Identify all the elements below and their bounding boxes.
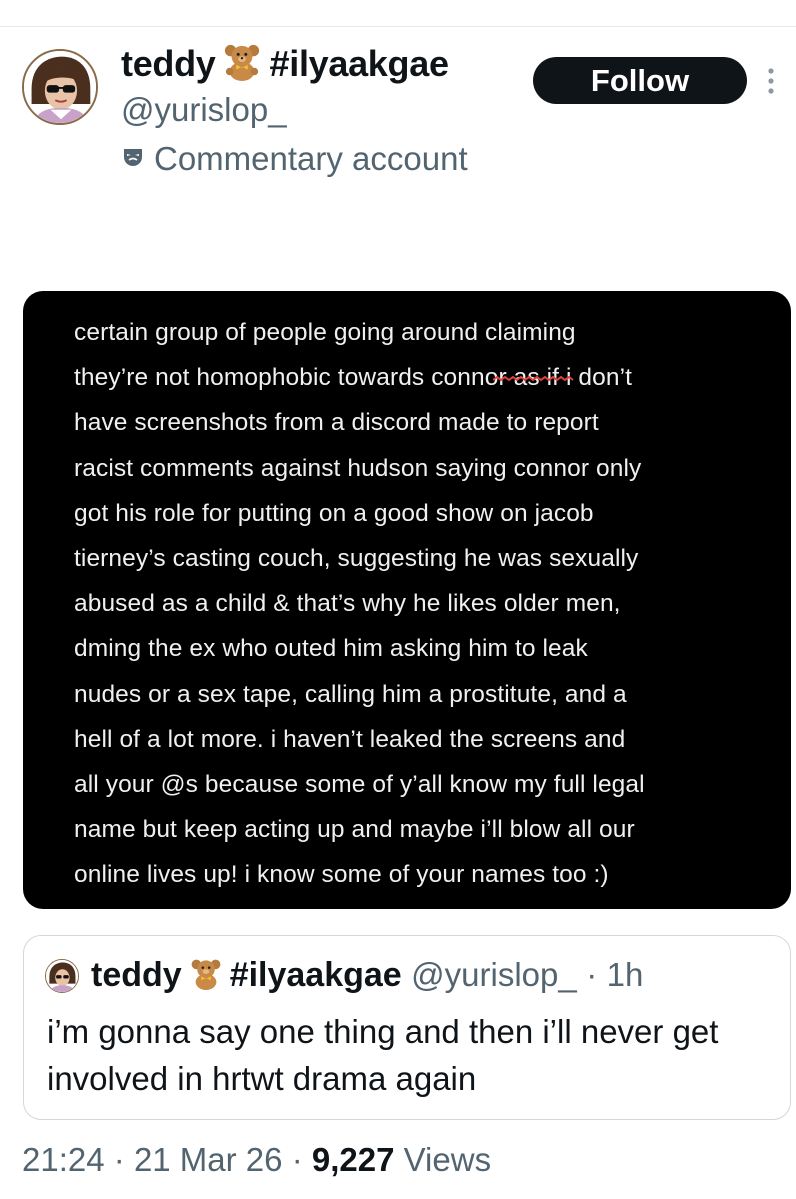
- quoted-time: 1h: [606, 956, 644, 993]
- vertical-dots-icon[interactable]: [764, 66, 778, 96]
- quoted-hashtag: #ilyaakgae: [229, 956, 402, 994]
- follow-button[interactable]: Follow: [533, 57, 747, 104]
- account-label: Commentary account: [122, 139, 468, 179]
- avatar-portrait-icon: [24, 51, 96, 123]
- author-avatar[interactable]: [22, 49, 98, 125]
- quoted-author-name: teddy: [91, 956, 182, 994]
- quoted-separator: ·: [586, 956, 598, 993]
- quoted-text: i’m gonna say one thing and then i’ll ne…: [47, 1013, 719, 1097]
- author-handle[interactable]: @yurislop_: [121, 90, 287, 130]
- views-label[interactable]: Views: [404, 1141, 491, 1178]
- author-display-name[interactable]: teddy #ilyaakgae: [121, 42, 449, 86]
- post-time[interactable]: 21:24: [22, 1141, 105, 1178]
- teddy-bear-icon: [191, 959, 221, 990]
- image-text: certain group of people going around cla…: [74, 319, 645, 889]
- top-divider: [0, 26, 796, 27]
- views-count[interactable]: 9,227: [312, 1141, 395, 1178]
- quoted-author-avatar: [45, 959, 79, 993]
- mask-icon: [124, 149, 142, 166]
- teddy-bear-icon: [224, 44, 259, 81]
- quoted-header: teddy #ilyaakgae @yurislop_ · 1h: [91, 954, 643, 996]
- meta-separator: ·: [113, 1141, 125, 1178]
- quoted-handle: @yurislop_: [411, 956, 577, 993]
- post-image[interactable]: certain group of people going around cla…: [23, 291, 791, 909]
- author-name[interactable]: teddy: [121, 43, 216, 84]
- meta-separator: ·: [291, 1141, 303, 1178]
- account-label-text: Commentary account: [154, 140, 468, 177]
- author-hashtag[interactable]: #ilyaakgae: [270, 43, 449, 84]
- quoted-post[interactable]: teddy #ilyaakgae @yurislop_ · 1h i’m gon…: [23, 935, 791, 1120]
- post-date[interactable]: 21 Mar 26: [134, 1141, 283, 1178]
- avatar-portrait-icon: [46, 960, 78, 992]
- post-meta: 21:24 · 21 Mar 26 · 9,227 Views: [22, 1138, 491, 1182]
- spellcheck-underline: [493, 376, 574, 382]
